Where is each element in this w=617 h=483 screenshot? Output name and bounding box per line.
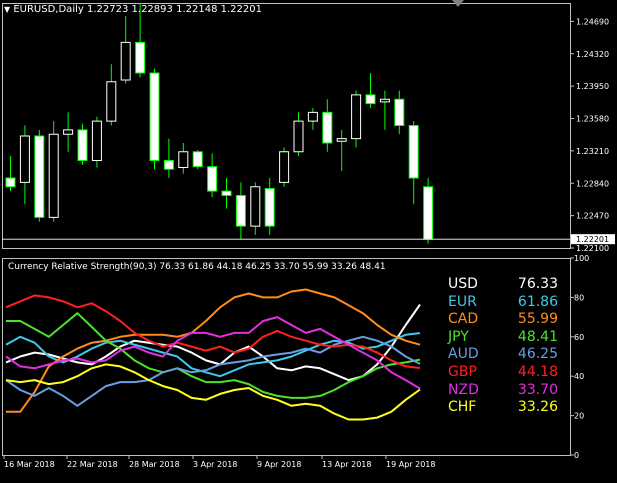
candle-bear (408, 125, 419, 179)
candle-bull (250, 186, 261, 227)
strength-line-gbp (5, 294, 421, 369)
strength-legend: USD 76.33 EUR 61.86 CAD 55.99 JPY 48.41 AUD 46.25… (448, 276, 558, 417)
strength-tick-label: 100 (574, 254, 589, 263)
candle-bull (178, 151, 189, 168)
collapse-triangle-icon[interactable]: ▼ (4, 5, 10, 14)
legend-value: 48.41 (517, 328, 558, 345)
symbol-name: EURUSD (13, 4, 56, 15)
candle-bull (19, 135, 30, 183)
time-tick-label: 19 Apr 2018 (386, 460, 435, 469)
candle-bull (307, 111, 318, 122)
time-tick-label: 28 Mar 2018 (129, 460, 180, 469)
ohlc-high: 1.22893 (131, 4, 173, 15)
strength-tick-label: 80 (574, 293, 584, 302)
current-price-label: 1.22201 (576, 235, 609, 244)
legend-value: 61.86 (517, 293, 558, 310)
shift-marker-icon[interactable] (452, 0, 464, 7)
candle-bear (135, 41, 146, 74)
price-tick-label: 1.22100 (576, 244, 609, 253)
legend-currency: EUR (448, 293, 477, 310)
legend-currency: CAD (448, 311, 479, 328)
price-tick-label: 1.23950 (576, 82, 609, 91)
candle-bear (5, 177, 16, 188)
legend-currency: GBP (448, 363, 477, 380)
ohlc-low: 1.22148 (176, 4, 218, 15)
strength-tick-label: 20 (574, 412, 584, 421)
legend-row-gbp: GBP 44.18 (448, 364, 558, 382)
candle-bear (34, 135, 45, 218)
price-tick-label: 1.22840 (576, 179, 609, 188)
legend-value: 76.33 (517, 276, 558, 292)
candle-bull (63, 129, 74, 135)
terminal-chart-window: 1.24690 1.24320 1.23950 1.23580 1.23210 1.228… (0, 0, 617, 479)
legend-row-chf: CHF 33.26 (448, 399, 558, 417)
indicator-title: Currency Relative Strength(90,3) 76.33 6… (8, 262, 386, 272)
candle-bull (106, 81, 117, 122)
candle-bear (221, 190, 232, 196)
price-tick-label: 1.24690 (576, 17, 609, 26)
candle-bear (423, 186, 434, 240)
candle-bull (379, 98, 390, 103)
legend-currency: JPY (448, 328, 469, 345)
time-tick-label: 22 Mar 2018 (67, 460, 118, 469)
symbol-header: ▼ EURUSD,Daily 1.22723 1.22893 1.22148 1… (4, 4, 262, 15)
strength-line-chf (5, 363, 421, 421)
legend-value: 46.25 (517, 346, 558, 363)
candle-bear (163, 160, 174, 170)
legend-row-cad: CAD 55.99 (448, 311, 558, 329)
legend-currency: NZD (448, 381, 479, 398)
candle-bear (394, 98, 405, 126)
candle-bull (279, 151, 290, 183)
candle-bull (91, 120, 102, 161)
legend-row-jpy: JPY 48.41 (448, 329, 558, 347)
legend-row-usd: USD 76.33 (448, 276, 558, 294)
legend-value: 33.26 (517, 399, 558, 416)
price-tick-label: 1.24320 (576, 50, 609, 59)
legend-row-nzd: NZD 33.70 (448, 382, 558, 400)
candle-bear (365, 94, 376, 105)
strength-lines (5, 288, 421, 421)
candle-bear (264, 188, 275, 227)
legend-currency: AUD (448, 346, 479, 363)
candle-bear (207, 166, 218, 192)
candle-bull (48, 133, 59, 218)
strength-tick-label: 40 (574, 372, 584, 381)
legend-row-aud: AUD 46.25 (448, 346, 558, 364)
main-chart-frame (2, 3, 571, 249)
candle-bull (351, 94, 362, 140)
candlestick-series (5, 3, 434, 244)
strength-tick-label: 60 (574, 333, 584, 342)
candle-bear (235, 195, 246, 227)
candle-bear (77, 129, 88, 161)
candle-bear (192, 151, 203, 168)
time-tick-label: 9 Apr 2018 (257, 460, 301, 469)
ohlc-close: 1.22201 (220, 4, 262, 15)
candle-bull (120, 41, 131, 81)
candle-bear (322, 111, 333, 144)
price-tick-label: 1.22470 (576, 212, 609, 221)
candle-bull (293, 120, 304, 153)
legend-row-eur: EUR 61.86 (448, 294, 558, 312)
strength-line-jpy (6, 312, 421, 399)
ohlc-open: 1.22723 (86, 4, 129, 15)
legend-currency: CHF (448, 399, 477, 416)
legend-value: 55.99 (517, 311, 558, 328)
strength-line-usd (5, 304, 421, 382)
time-tick-label: 16 Mar 2018 (4, 460, 55, 469)
time-tick-label: 13 Apr 2018 (322, 460, 371, 469)
legend-value: 33.70 (517, 381, 558, 398)
legend-value: 44.18 (517, 363, 558, 380)
time-tick-label: 3 Apr 2018 (193, 460, 237, 469)
candle-bull (336, 138, 347, 142)
price-tick-label: 1.23210 (576, 147, 609, 156)
timeframe: Daily (58, 4, 84, 15)
candle-bear (149, 72, 160, 161)
strength-tick-label: 0 (574, 451, 579, 460)
price-tick-label: 1.23580 (576, 115, 609, 124)
legend-currency: USD (448, 276, 478, 292)
